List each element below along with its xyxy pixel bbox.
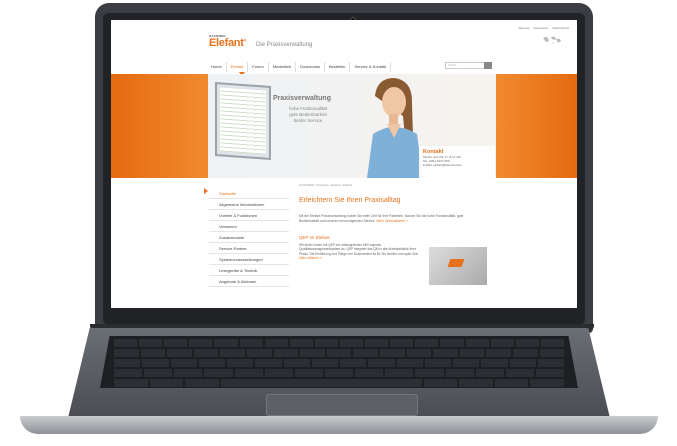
hero-orange-left bbox=[111, 74, 208, 178]
sidebar-item-vorteile-funktionen[interactable]: Vorteile & Funktionen bbox=[209, 210, 289, 221]
search-button[interactable] bbox=[484, 62, 492, 69]
datenschutz-link[interactable]: Datenschutz bbox=[552, 26, 569, 30]
nav-downloads[interactable]: Downloads bbox=[296, 62, 325, 72]
monitor-image bbox=[215, 82, 271, 160]
orange-key-image bbox=[447, 259, 465, 267]
nav-service-kontakt[interactable]: Service & Kontakt bbox=[350, 62, 392, 72]
logo-tagline: Die Praxisverwaltung bbox=[256, 42, 313, 48]
breadcrumb: HASOMED / Produkte / Elefant / Elefant bbox=[299, 183, 353, 187]
main-nav: Home Elefant Forum Mediathek Downloads B… bbox=[207, 62, 392, 72]
sidebar-active-arrow-icon bbox=[204, 188, 208, 194]
sidebar-item-versionen[interactable]: Versionen bbox=[209, 221, 289, 232]
qep-text: Wir bieten Ihnen mit QEP ein umfangreich… bbox=[299, 243, 419, 256]
world-map-icon bbox=[543, 36, 561, 44]
nav-home[interactable]: Home bbox=[207, 62, 227, 72]
sidebar-item-allgemeine-informationen[interactable]: Allgemeine Informationen bbox=[209, 199, 289, 210]
kontakt-box: Kontakt Mo-Do und Uhr, Fr: 8-17 Uhr Tel.… bbox=[419, 146, 495, 186]
search-input[interactable]: Suche bbox=[445, 62, 485, 69]
key-row bbox=[100, 359, 578, 367]
laptop-screen: Sitemap Impressum Datenschutz HASOMED El… bbox=[111, 20, 577, 308]
hero-banner: Praxisverwaltung hohe Funktionalität gut… bbox=[111, 74, 577, 186]
keyboard bbox=[100, 336, 578, 388]
nav-bestellen[interactable]: Bestellen bbox=[325, 62, 351, 72]
page-title: Erleichtern Sie Ihren Praxisalltag bbox=[299, 197, 401, 204]
impressum-link[interactable]: Impressum bbox=[533, 26, 548, 30]
laptop-base bbox=[20, 328, 658, 438]
woman-photo bbox=[367, 78, 423, 178]
key-row bbox=[100, 379, 578, 387]
top-links: Sitemap Impressum Datenschutz bbox=[518, 26, 569, 30]
sidebar-item-lesegeraete-technik[interactable]: Lesegeräte & Technik bbox=[209, 265, 289, 276]
nav-mediathek[interactable]: Mediathek bbox=[269, 62, 297, 72]
key-row bbox=[100, 369, 578, 377]
intro-paragraph: Mit der Elefant Praxisverwaltung haben S… bbox=[299, 214, 479, 223]
key-row bbox=[100, 339, 578, 347]
sidebar-item-service-partner[interactable]: Service-Partner bbox=[209, 243, 289, 254]
trackpad bbox=[266, 394, 418, 416]
nav-forum[interactable]: Forum bbox=[248, 62, 269, 72]
keyboard-thumbnail-image[interactable] bbox=[429, 247, 487, 285]
qep-more-link[interactable]: Mehr erfahren » bbox=[299, 256, 322, 260]
hero-title: Praxisverwaltung bbox=[273, 95, 331, 102]
logo[interactable]: Elefant® bbox=[209, 37, 247, 49]
more-info-link[interactable]: Mehr Informationen » bbox=[376, 219, 407, 223]
logo-name: Elefant bbox=[209, 37, 244, 49]
sidebar-item-zusatzmodule[interactable]: Zusatzmodule bbox=[209, 232, 289, 243]
qep-title: QEP im Elefant bbox=[299, 235, 330, 240]
key-row bbox=[100, 349, 578, 357]
hero-line: bester Service bbox=[293, 118, 323, 123]
sidebar-item-startseite[interactable]: Startseite bbox=[209, 188, 289, 199]
laptop-front-edge bbox=[20, 416, 658, 434]
hero-orange-right bbox=[496, 74, 577, 178]
monitor-screen bbox=[220, 87, 266, 155]
sidebar-item-systemvoraussetzungen[interactable]: Systemvoraussetzungen bbox=[209, 254, 289, 265]
logo-mark: ® bbox=[243, 37, 247, 43]
sitemap-link[interactable]: Sitemap bbox=[518, 26, 529, 30]
nav-elefant[interactable]: Elefant bbox=[227, 62, 249, 72]
sidebar-item-angebote-aktionen[interactable]: Angebote & Aktionen bbox=[209, 276, 289, 287]
kontakt-email[interactable]: E-Mail: elefant@hasomed.de bbox=[423, 163, 491, 167]
sidebar: Startseite Allgemeine Informationen Vort… bbox=[209, 188, 289, 287]
hero-tagline: hohe Funktionalität gute Bedienbarkeit b… bbox=[289, 106, 327, 124]
qep-paragraph: Wir bieten Ihnen mit QEP ein umfangreich… bbox=[299, 243, 419, 261]
